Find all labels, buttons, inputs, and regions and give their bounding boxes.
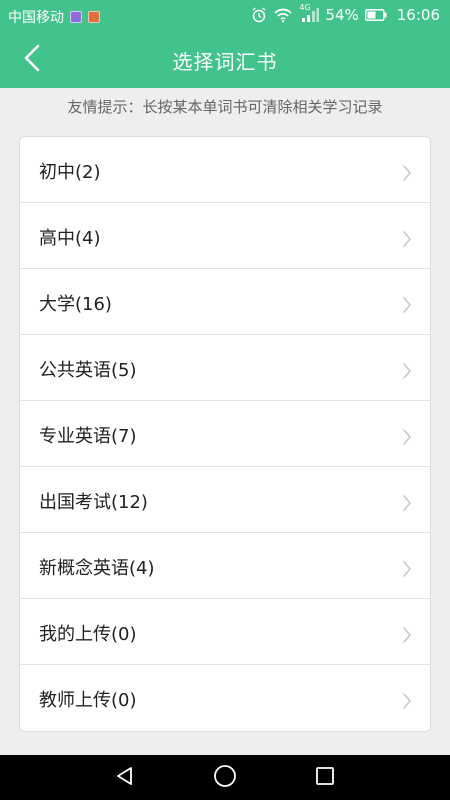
triangle-back-icon [114,765,136,791]
chevron-right-icon [402,692,412,714]
book-item-senior-high[interactable]: 高中(4) [20,203,430,269]
book-item-junior-high[interactable]: 初中(2) [20,137,430,203]
clock-time: 16:06 [396,6,440,24]
notification-app-icon-2 [88,11,100,23]
book-item-teacher-uploads[interactable]: 教师上传(0) [20,665,430,731]
book-item-label: 公共英语(5) [39,360,137,381]
book-item-study-abroad-exams[interactable]: 出国考试(12) [20,467,430,533]
chevron-right-icon [402,296,412,318]
status-right: 4G 54% 16:06 [251,3,440,24]
battery-icon [364,9,387,21]
book-item-label: 我的上传(0) [39,624,137,645]
system-nav-bar [0,755,450,800]
chevron-right-icon [402,230,412,252]
page-title: 选择词汇书 [172,50,278,74]
book-item-public-english[interactable]: 公共英语(5) [20,335,430,401]
vocabulary-book-list: 初中(2) 高中(4) 大学(16) 公共英语(5) 专业英语(7) 出国考试(… [19,136,431,732]
status-bar: 中国移动 4G 54% 16:06 [0,0,450,32]
book-item-label: 出国考试(12) [39,492,148,513]
notification-app-icon [70,11,82,23]
book-item-new-concept-english[interactable]: 新概念英语(4) [20,533,430,599]
chevron-right-icon [402,164,412,186]
tip-text: 友情提示：长按某本单词书可清除相关学习记录 [67,98,383,116]
book-item-professional-english[interactable]: 专业英语(7) [20,401,430,467]
carrier-name: 中国移动 [8,10,64,26]
square-recent-icon [315,766,335,790]
book-item-label: 教师上传(0) [39,690,137,711]
battery-percentage: 54% [325,6,359,24]
book-item-label: 专业英语(7) [39,426,137,447]
book-item-label: 大学(16) [39,294,112,315]
status-left: 中国移动 [8,7,100,27]
nav-recent-apps-button[interactable] [311,764,339,792]
book-item-my-uploads[interactable]: 我的上传(0) [20,599,430,665]
circle-home-icon [213,764,237,792]
network-type-label: 4G [299,3,311,12]
chevron-right-icon [402,560,412,582]
chevron-right-icon [402,362,412,384]
book-item-label: 新概念英语(4) [39,558,155,579]
app-header: 选择词汇书 [0,32,450,88]
book-item-university[interactable]: 大学(16) [20,269,430,335]
book-item-label: 高中(4) [39,228,101,249]
nav-home-button[interactable] [211,764,239,792]
book-item-label: 初中(2) [39,162,101,183]
chevron-right-icon [402,494,412,516]
chevron-right-icon [402,428,412,450]
nav-back-button[interactable] [111,764,139,792]
chevron-right-icon [402,626,412,648]
wifi-icon [273,7,293,23]
alarm-icon [251,7,267,23]
signal-icon: 4G [299,3,320,23]
